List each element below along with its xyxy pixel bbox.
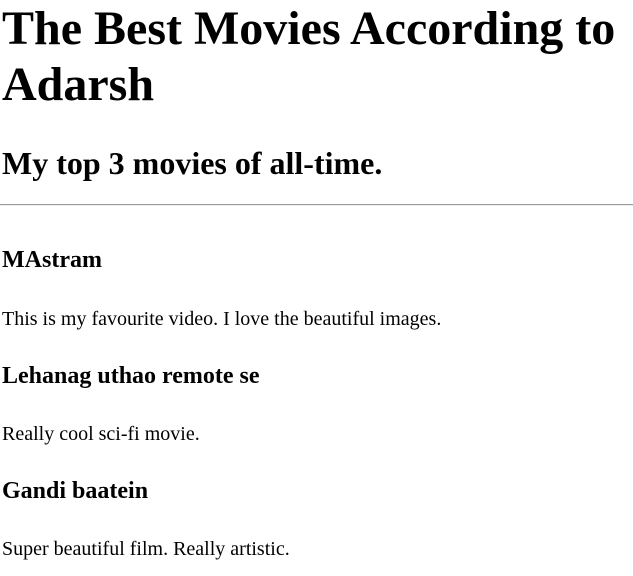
movie-title: MAstram (2, 247, 102, 273)
movie-title: Lehanag uthao remote se (2, 363, 260, 389)
page-title: The Best Movies According to Adarsh (2, 2, 616, 111)
movie-description: This is my favourite video. I love the b… (2, 308, 442, 330)
movie-description: Really cool sci-fi movie. (2, 423, 200, 445)
movie-description: Super beautiful film. Really artistic. (2, 538, 290, 560)
page: The Best Movies According to Adarsh My t… (0, 0, 633, 576)
page-subtitle: My top 3 movies of all-time. (2, 145, 383, 181)
movie-title: Gandi baatein (2, 478, 149, 504)
divider (0, 204, 633, 206)
